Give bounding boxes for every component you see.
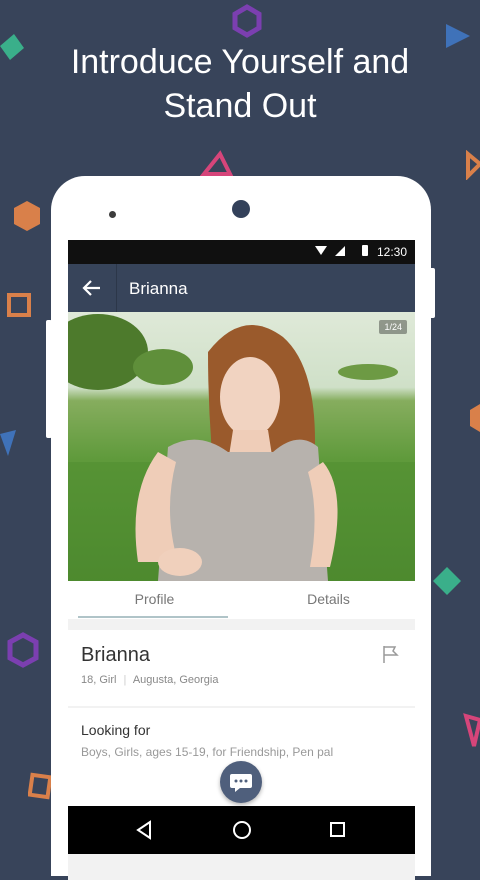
green-diamond-icon [0, 34, 24, 60]
app-bar: Brianna [68, 264, 415, 312]
arrow-left-icon[interactable] [80, 276, 104, 300]
orange-hexagon-small-icon [470, 404, 480, 432]
app-bar-title: Brianna [129, 279, 188, 298]
pink-triangle-right-icon [463, 713, 480, 747]
status-bar: 12:30 [68, 240, 415, 264]
phone-screen: 12:30 Brianna 1/24 Profile Details Brian… [68, 240, 415, 880]
green-diamond-small-icon [433, 567, 461, 595]
promo-headline: Introduce Yourself and Stand Out [0, 40, 480, 128]
promo-headline-line2: Stand Out [163, 87, 317, 125]
nav-home-icon[interactable] [233, 821, 251, 839]
nav-recent-icon[interactable] [330, 822, 345, 837]
phone-frame: 12:30 Brianna 1/24 Profile Details Brian… [51, 176, 431, 880]
looking-for-title: Looking for [81, 722, 151, 738]
flag-icon[interactable] [381, 644, 401, 664]
wifi-icon [315, 246, 327, 255]
chat-bubble-icon [230, 774, 252, 792]
orange-triangle-outline-icon [466, 150, 480, 180]
phone-sensor-dot [109, 211, 116, 218]
phone-camera [232, 200, 250, 218]
profile-name: Brianna [81, 644, 150, 666]
profile-tabs: Profile Details [68, 581, 415, 619]
photo-counter: 1/24 [379, 320, 407, 334]
orange-square-outline-icon [7, 293, 31, 317]
looking-for-value: Boys, Girls, ages 15-19, for Friendship,… [81, 745, 334, 759]
orange-hexagon-icon [14, 201, 40, 231]
signal-icon [335, 246, 345, 256]
chat-button[interactable] [220, 761, 262, 803]
navigation-bar [68, 806, 415, 854]
purple-hexagon-outline-icon [7, 632, 39, 668]
profile-photo-image [68, 314, 415, 581]
profile-meta: 18, Girl | Augusta, Georgia [81, 674, 218, 686]
blue-triangle-small-icon [0, 430, 16, 456]
status-time: 12:30 [376, 245, 407, 259]
battery-icon [362, 245, 368, 256]
blue-triangle-icon [446, 24, 470, 48]
purple-hexagon-icon [232, 4, 262, 38]
tab-profile[interactable]: Profile [68, 581, 241, 619]
pink-triangle-outline-icon [200, 150, 234, 176]
profile-age-gender: 18, Girl [81, 674, 117, 686]
tab-details[interactable]: Details [242, 581, 415, 619]
profile-photo[interactable]: 1/24 [68, 312, 415, 581]
profile-summary-card: Brianna 18, Girl | Augusta, Georgia [68, 630, 415, 706]
tab-active-indicator [78, 616, 228, 618]
nav-back-icon[interactable] [135, 820, 153, 840]
app-bar-divider [116, 264, 117, 312]
promo-headline-line1: Introduce Yourself and [70, 43, 410, 81]
meta-separator: | [123, 674, 127, 686]
profile-location: Augusta, Georgia [132, 674, 219, 686]
